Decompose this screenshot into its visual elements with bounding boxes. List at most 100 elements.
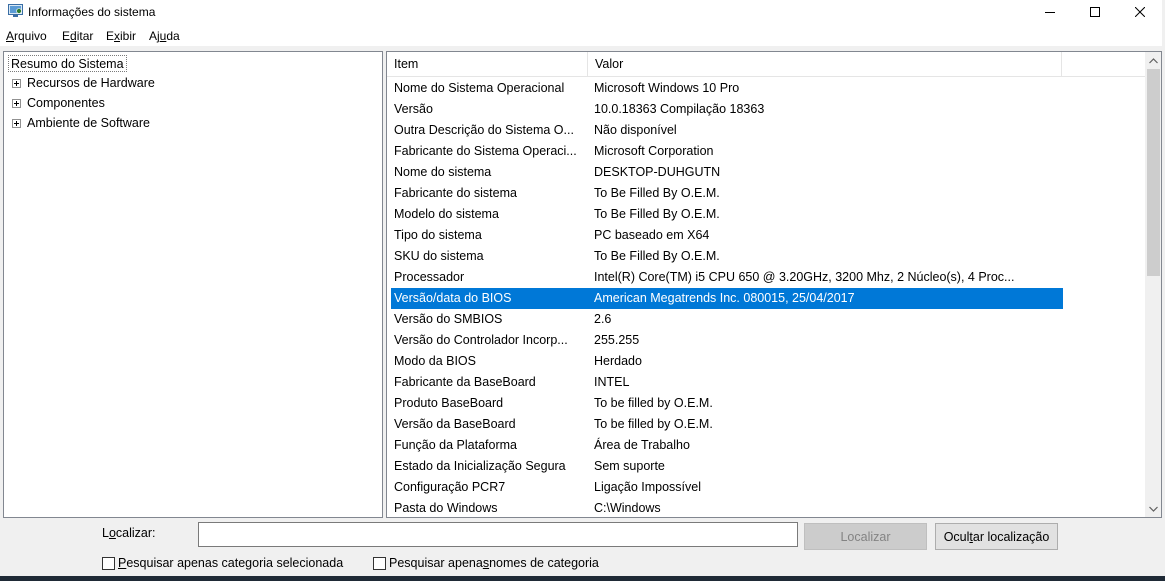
- cell-value: 255.255: [594, 333, 640, 347]
- cell-item: Pasta do Windows: [394, 501, 498, 515]
- cell-value: Intel(R) Core(TM) i5 CPU 650 @ 3.20GHz, …: [594, 270, 1015, 284]
- find-label-text: calizar:: [115, 526, 156, 540]
- cell-item: Estado da Inicialização Segura: [394, 459, 566, 473]
- scroll-thumb[interactable]: [1147, 69, 1160, 276]
- cell-value: Não disponível: [594, 123, 677, 137]
- vertical-scrollbar[interactable]: [1145, 52, 1161, 517]
- table-row[interactable]: Modo da BIOS Herdado: [387, 351, 1145, 372]
- cell-item: Versão do Controlador Incorp...: [394, 333, 568, 347]
- cell-item: Nome do sistema: [394, 165, 492, 179]
- menu-editar-label: itar: [76, 29, 94, 43]
- cell-item: SKU do sistema: [394, 249, 484, 263]
- tree-item-label: Componentes: [27, 96, 105, 110]
- cell-item: Fabricante da BaseBoard: [394, 375, 536, 389]
- cell-value: 10.0.18363 Compilação 18363: [594, 102, 765, 116]
- cell-item: Versão/data do BIOS: [394, 291, 512, 305]
- table-row[interactable]: Fabricante da BaseBoard INTEL: [387, 372, 1145, 393]
- table-row[interactable]: Fabricante do sistema To Be Filled By O.E…: [387, 183, 1145, 204]
- scroll-up-button[interactable]: [1145, 52, 1161, 69]
- table-row[interactable]: Versão do SMBIOS 2.6: [387, 309, 1145, 330]
- list-header: Item Valor: [387, 52, 1145, 77]
- checkbox-label: esquisar apenas categoria selecionada: [126, 556, 344, 570]
- table-row[interactable]: Estado da Inicialização Segura Sem suport…: [387, 456, 1145, 477]
- menu-exibir-label-start: E: [106, 29, 115, 43]
- table-row[interactable]: Versão da BaseBoard To be filled by O.E.M…: [387, 414, 1145, 435]
- cell-value: Microsoft Windows 10 Pro: [594, 81, 740, 95]
- cell-value: DESKTOP-DUHGUTN: [594, 165, 721, 179]
- hide-find-button[interactable]: Ocul t ar localização: [935, 523, 1058, 550]
- table-row[interactable]: Outra Descrição do Sistema O... Não dispo…: [387, 120, 1145, 141]
- checkbox-label-start: Pesquisar apena: [389, 556, 483, 570]
- table-row[interactable]: Modelo do sistema To Be Filled By O.E.M.: [387, 204, 1145, 225]
- menu-exibir[interactable]: Exibir: [106, 29, 136, 43]
- table-row[interactable]: Versão do Controlador Incorp... 255.255: [387, 330, 1145, 351]
- cell-item: Modo da BIOS: [394, 354, 476, 368]
- tree-item-hardware-resources[interactable]: Recursos de Hardware: [12, 74, 155, 92]
- find-button[interactable]: Localizar: [804, 523, 927, 550]
- find-input[interactable]: [198, 522, 798, 547]
- cell-item: Fabricante do Sistema Operaci...: [394, 144, 577, 158]
- menu-editar-accel: d: [70, 29, 77, 43]
- search-selected-category-checkbox[interactable]: Pesquisar apenas categoria selecionada: [102, 555, 343, 571]
- menu-ajuda-label-start: Aj: [149, 29, 160, 43]
- checkbox-label: nomes de categoria: [489, 556, 599, 570]
- cell-value: PC baseado em X64: [594, 228, 710, 242]
- cell-item: Processador: [394, 270, 465, 284]
- cell-value: Herdado: [594, 354, 642, 368]
- table-row[interactable]: Nome do Sistema Operacional Microsoft Win…: [387, 78, 1145, 99]
- checkbox-box[interactable]: [373, 556, 386, 570]
- checkbox-accel: P: [118, 556, 127, 570]
- chevron-down-icon: [1149, 506, 1158, 512]
- tree-item-software-environment[interactable]: Ambiente de Software: [12, 114, 150, 132]
- close-button[interactable]: [1117, 0, 1163, 24]
- table-row[interactable]: Versão/data do BIOS American Megatrends I…: [387, 288, 1145, 309]
- cell-value: To Be Filled By O.E.M.: [594, 186, 720, 200]
- cell-item: Outra Descrição do Sistema O...: [394, 123, 574, 137]
- table-row[interactable]: Nome do sistema DESKTOP-DUHGUTN: [387, 162, 1145, 183]
- menu-ajuda[interactable]: Ajuda: [149, 29, 180, 43]
- expand-plus-icon[interactable]: [12, 118, 21, 128]
- expand-plus-icon[interactable]: [12, 98, 21, 108]
- table-row[interactable]: Produto BaseBoard To be filled by O.E.M.: [387, 393, 1145, 414]
- hide-find-label: ar localização: [972, 529, 1050, 544]
- menu-exibir-label: ibir: [120, 29, 137, 43]
- table-row[interactable]: Função da Plataforma Área de Trabalho: [387, 435, 1145, 456]
- checkbox-box[interactable]: [102, 556, 115, 570]
- search-category-names-checkbox[interactable]: Pesquisar apena s nomes de categoria: [373, 555, 599, 571]
- cell-item: Configuração PCR7: [394, 480, 506, 494]
- expand-plus-icon[interactable]: [12, 78, 21, 88]
- table-row[interactable]: Configuração PCR7 Ligação Impossível: [387, 477, 1145, 498]
- system-information-window: Informações do sistema Arquivo Editar Ex…: [0, 0, 1165, 581]
- taskbar-edge: [0, 576, 1165, 581]
- find-label-start: L: [102, 526, 109, 540]
- cell-value: American Megatrends Inc. 080015, 25/04/2…: [594, 291, 855, 305]
- details-list[interactable]: Item Valor Nome do Sistema Operacional Mi…: [386, 51, 1162, 518]
- cell-value: Área de Trabalho: [594, 438, 690, 452]
- minimize-button[interactable]: [1027, 0, 1073, 24]
- category-tree[interactable]: Resumo do Sistema Recursos de Hardware C…: [3, 51, 383, 518]
- window-title: Informações do sistema: [28, 5, 156, 19]
- tree-item-system-summary[interactable]: Resumo do Sistema: [8, 55, 127, 72]
- scroll-down-button[interactable]: [1145, 500, 1161, 517]
- cell-value: To Be Filled By O.E.M.: [594, 249, 720, 263]
- minimize-icon: [1045, 12, 1055, 13]
- tree-item-components[interactable]: Componentes: [12, 94, 105, 112]
- menu-arquivo[interactable]: Arquivo: [6, 29, 47, 43]
- maximize-button[interactable]: [1072, 0, 1118, 24]
- table-row[interactable]: SKU do sistema To Be Filled By O.E.M.: [387, 246, 1145, 267]
- table-row[interactable]: Tipo do sistema PC baseado em X64: [387, 225, 1145, 246]
- column-header-item[interactable]: Item: [387, 52, 588, 76]
- cell-value: To be filled by O.E.M.: [594, 417, 713, 431]
- cell-value: Ligação Impossível: [594, 480, 702, 494]
- cell-item: Fabricante do sistema: [394, 186, 517, 200]
- cell-value: C:\Windows: [594, 501, 661, 515]
- table-row[interactable]: Versão 10.0.18363 Compilação 18363: [387, 99, 1145, 120]
- column-header-value[interactable]: Valor: [588, 52, 1062, 76]
- table-row[interactable]: Fabricante do Sistema Operaci... Microsof…: [387, 141, 1145, 162]
- cell-value: Microsoft Corporation: [594, 144, 714, 158]
- table-row[interactable]: Pasta do Windows C:\Windows: [387, 498, 1145, 517]
- menu-editar[interactable]: Editar: [62, 29, 93, 43]
- table-row[interactable]: Processador Intel(R) Core(TM) i5 CPU 650 …: [387, 267, 1145, 288]
- tree-item-label: Recursos de Hardware: [27, 76, 155, 90]
- menu-arquivo-label: rquivo: [14, 29, 47, 43]
